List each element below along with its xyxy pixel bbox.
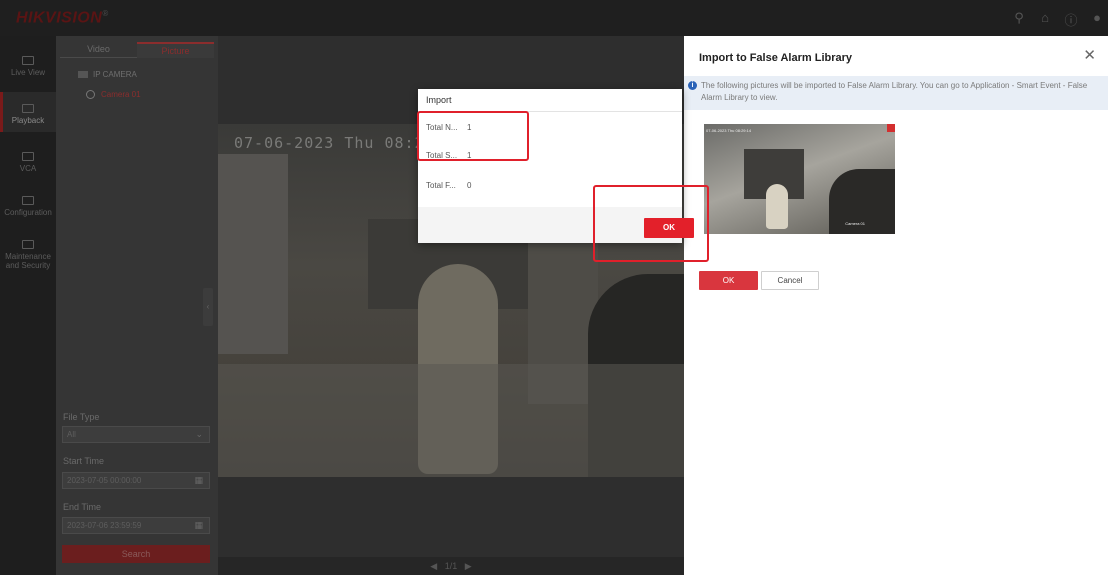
app-root: HIKVISION® ⚲ ⌂ ⓘ ● Live View Playback VC…: [0, 0, 1108, 575]
home-icon[interactable]: ⌂: [1038, 10, 1052, 29]
thumb-camera-label: Camera 01: [845, 221, 865, 226]
search-icon[interactable]: ⚲: [1012, 10, 1026, 29]
dialog-title: Import: [426, 95, 452, 105]
thumb-region: [766, 184, 788, 229]
help-icon[interactable]: ⓘ: [1064, 10, 1078, 29]
info-icon: i: [688, 81, 697, 90]
total-failed-value: 0: [467, 181, 472, 190]
top-icons: ⚲ ⌂ ⓘ ●: [1012, 10, 1104, 29]
picture-thumbnail: 07-06-2023 Thu 08:29:14 Camera 01: [704, 124, 895, 234]
modal-overlay: [0, 0, 684, 575]
user-icon[interactable]: ●: [1090, 10, 1104, 29]
drawer-cancel-button[interactable]: Cancel: [761, 271, 819, 290]
remove-picture-icon[interactable]: [887, 124, 895, 132]
drawer-ok-button[interactable]: OK: [699, 271, 758, 290]
thumb-osd: 07-06-2023 Thu 08:29:14: [706, 128, 752, 133]
info-banner: i The following pictures will be importe…: [684, 76, 1108, 110]
highlight-box-stats: [417, 111, 529, 161]
total-failed-row: Total F... 0: [426, 181, 471, 190]
drawer-title: Import to False Alarm Library: [699, 52, 853, 64]
total-failed-label: Total F...: [426, 181, 456, 190]
close-icon[interactable]: ✕: [1083, 46, 1096, 64]
highlight-box-ok: [593, 185, 709, 262]
false-alarm-drawer: Import to False Alarm Library ✕ i The fo…: [684, 36, 1108, 575]
